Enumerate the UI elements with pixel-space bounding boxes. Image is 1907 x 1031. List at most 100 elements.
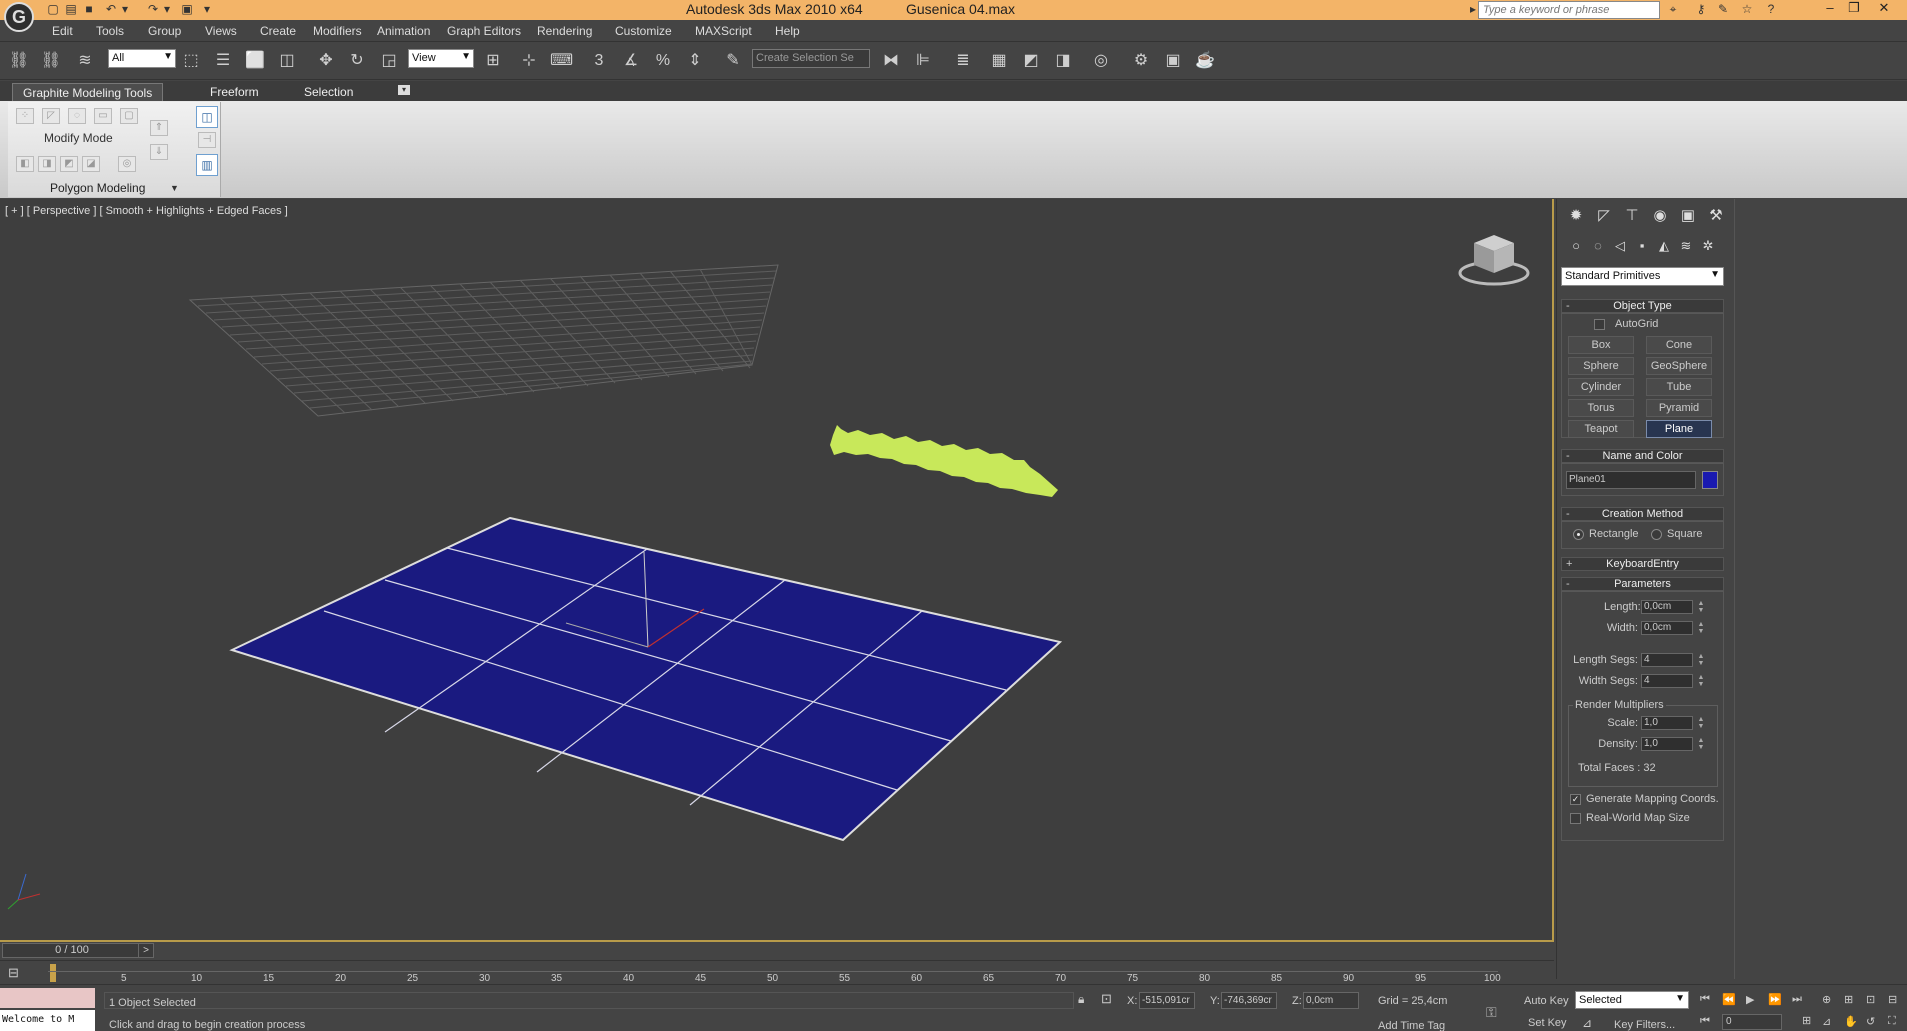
rotate-icon[interactable]: ↻ [346,50,368,72]
tube-button[interactable]: Tube [1646,378,1712,396]
binoculars-icon[interactable]: ⌖ [1666,2,1680,16]
density-field[interactable]: 1,0 [1641,737,1693,751]
time-configuration-icon[interactable]: ⊞ [1802,1014,1811,1031]
time-slider-thumb[interactable]: 0 / 100 [2,943,142,958]
pyramid-button[interactable]: Pyramid [1646,399,1712,417]
menu-modifiers[interactable]: Modifiers [313,24,362,38]
scale-field[interactable]: 1,0 [1641,716,1693,730]
ignore-backfacing-icon[interactable]: ▥ [196,154,218,176]
maxscript-mini-listener[interactable]: Welcome to M [0,1010,95,1031]
menu-maxscript[interactable]: MAXScript [695,24,752,38]
save-file-icon[interactable]: ■ [82,2,96,16]
y-coordinate-field[interactable]: -746,369cr [1221,992,1277,1009]
restore-icon[interactable]: ❐ [1840,0,1868,18]
tab-freeform[interactable]: Freeform [200,83,269,101]
menu-help[interactable]: Help [775,24,800,38]
mini-curve-editor-icon[interactable]: ⊟ [8,965,28,981]
length-segs-spinner[interactable]: ▲ ▼ [1697,653,1705,667]
polygon-modeling-dropdown[interactable]: Polygon Modeling [50,181,145,195]
zoom-icon[interactable]: ⊕ [1822,993,1831,1011]
align-icon[interactable]: ⊫ [912,50,934,72]
window-crossing-icon[interactable]: ◫ [276,50,298,72]
zoom-extents-all-icon[interactable]: ⊟ [1888,993,1897,1011]
absolute-mode-icon[interactable]: ⊡ [1101,991,1112,1007]
element-icon[interactable]: ▢ [120,108,138,124]
menu-tools[interactable]: Tools [96,24,124,38]
modify-tab-icon[interactable]: ◸ [1593,205,1615,227]
show-end-result-icon[interactable]: ◩ [60,156,78,172]
rendered-frame-window-icon[interactable]: ▣ [1162,50,1184,72]
curve-editor-icon[interactable]: ◩ [1020,50,1042,72]
edge-icon[interactable]: ◸ [42,108,60,124]
select-manipulate-icon[interactable]: ⊹ [518,50,540,72]
box-button[interactable]: Box [1568,336,1634,354]
menu-group[interactable]: Group [148,24,181,38]
utilities-tab-icon[interactable]: ⚒ [1705,205,1727,227]
lights-icon[interactable]: ◁ [1611,237,1629,255]
ribbon-minimize-icon[interactable]: ▾ [398,85,410,95]
rectangle-radio[interactable] [1573,529,1584,540]
cameras-icon[interactable]: ▪ [1633,237,1651,255]
perspective-viewport[interactable]: [ + ] [ Perspective ] [ Smooth + Highlig… [0,199,1554,942]
plane-button[interactable]: Plane [1646,420,1712,438]
object-type-rollout-header[interactable]: - Object Type [1561,299,1724,313]
close-icon[interactable]: ✕ [1870,0,1898,18]
go-to-end-icon[interactable]: ⏭ [1792,993,1802,1011]
cone-button[interactable]: Cone [1646,336,1712,354]
display-tab-icon[interactable]: ▣ [1677,205,1699,227]
length-segs-field[interactable]: 4 [1641,653,1693,667]
torus-button[interactable]: Torus [1568,399,1634,417]
unlink-icon[interactable]: ⛓ [40,50,62,72]
maximize-viewport-icon[interactable]: ⛶ [1888,1015,1896,1031]
menu-customize[interactable]: Customize [615,24,672,38]
key-filters-icon[interactable]: ⊿ [1582,1016,1592,1030]
motion-tab-icon[interactable]: ◉ [1649,205,1671,227]
select-object-icon[interactable]: ⬚ [180,50,202,72]
geosphere-button[interactable]: GeoSphere [1646,357,1712,375]
mirror-icon[interactable]: ⧓ [880,50,902,72]
angle-snap-icon[interactable]: ∡ [620,50,642,72]
percent-snap-icon[interactable]: % [652,50,674,72]
auto-key-button[interactable]: Auto Key [1524,995,1569,1007]
next-frame-icon[interactable]: ⏩ [1768,993,1782,1011]
pan-icon[interactable]: ✋ [1844,1015,1858,1031]
scale-spinner[interactable]: ▲ ▼ [1697,716,1705,730]
time-slider[interactable]: 0 / 100 > [0,942,1554,960]
geometry-icon[interactable]: ○ [1567,237,1585,255]
systems-icon[interactable]: ✲ [1699,237,1717,255]
render-setup-icon[interactable]: ⚙ [1130,50,1152,72]
width-spinner[interactable]: ▲ ▼ [1697,621,1705,635]
density-spinner[interactable]: ▲ ▼ [1697,737,1705,751]
creation-method-rollout-header[interactable]: - Creation Method [1561,507,1724,521]
menu-rendering[interactable]: Rendering [537,24,592,38]
width-field[interactable]: 0,0cm [1641,621,1693,635]
layer-manager-icon[interactable]: ≣ [952,50,974,72]
object-color-swatch[interactable] [1702,471,1718,489]
undo-icon[interactable]: ↶ [104,2,118,16]
selection-filter-dropdown[interactable]: All ▼ [108,49,176,68]
key-filters-button[interactable]: Key Filters... [1614,1019,1675,1031]
move-icon[interactable]: ✥ [315,50,337,72]
current-frame-marker[interactable] [50,964,56,982]
app-logo-icon[interactable]: G [4,2,34,32]
selection-lock-icon[interactable]: 🔒︎ [1078,992,1084,1007]
go-to-start-icon[interactable]: ⏮ [1700,993,1710,1011]
length-spinner[interactable]: ▲ ▼ [1697,600,1705,614]
space-warps-icon[interactable]: ≋ [1677,237,1695,255]
previous-frame-icon[interactable]: ⏪ [1722,993,1736,1011]
menu-views[interactable]: Views [205,24,237,38]
sphere-button[interactable]: Sphere [1568,357,1634,375]
tab-selection[interactable]: Selection [294,83,363,101]
name-color-rollout-header[interactable]: - Name and Color [1561,449,1724,463]
width-segs-field[interactable]: 4 [1641,674,1693,688]
menu-create[interactable]: Create [260,24,296,38]
object-name-field[interactable]: Plane01 [1566,471,1696,489]
play-icon[interactable]: ▶ [1746,993,1754,1011]
new-file-icon[interactable]: ▢ [46,2,60,16]
select-and-link-icon[interactable]: ⛓ [8,50,30,72]
shrink-icon[interactable]: ⇓ [150,144,168,160]
maxscript-listener-top[interactable] [0,988,95,1008]
create-tab-icon[interactable]: ✹ [1565,205,1587,227]
helpers-icon[interactable]: ◭ [1655,237,1673,255]
x-coordinate-field[interactable]: -515,091cr [1139,992,1195,1009]
